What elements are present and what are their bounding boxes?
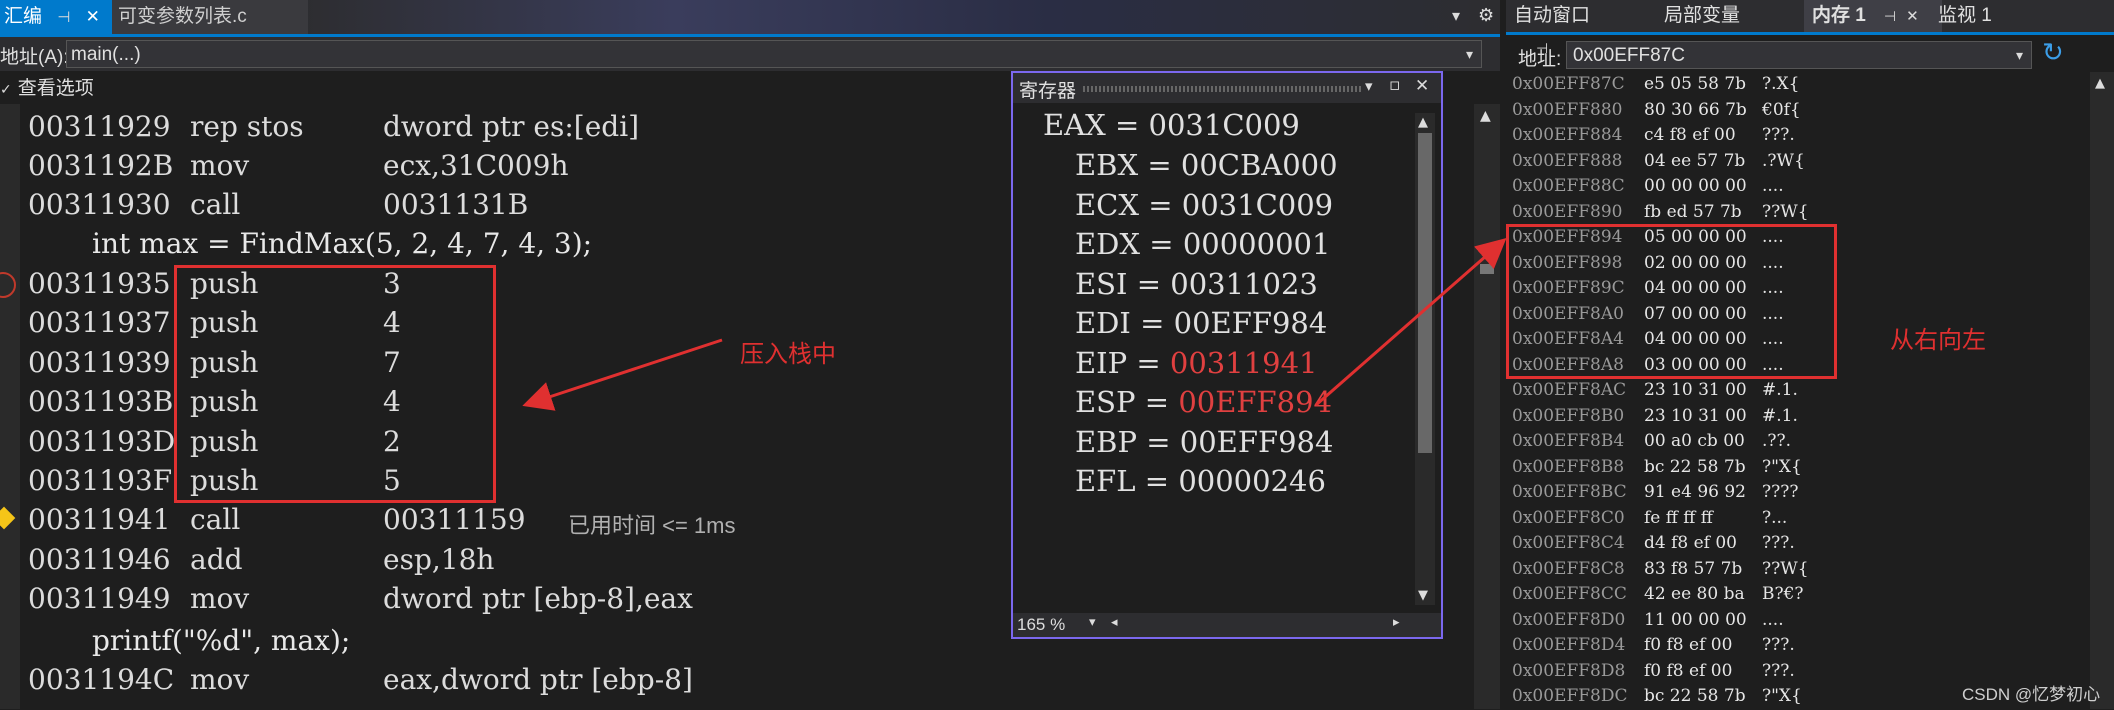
- annotation-arrows: [522, 238, 1507, 411]
- arrow-to-memory-box: [1315, 238, 1507, 407]
- arrow-to-push-box: [522, 338, 723, 411]
